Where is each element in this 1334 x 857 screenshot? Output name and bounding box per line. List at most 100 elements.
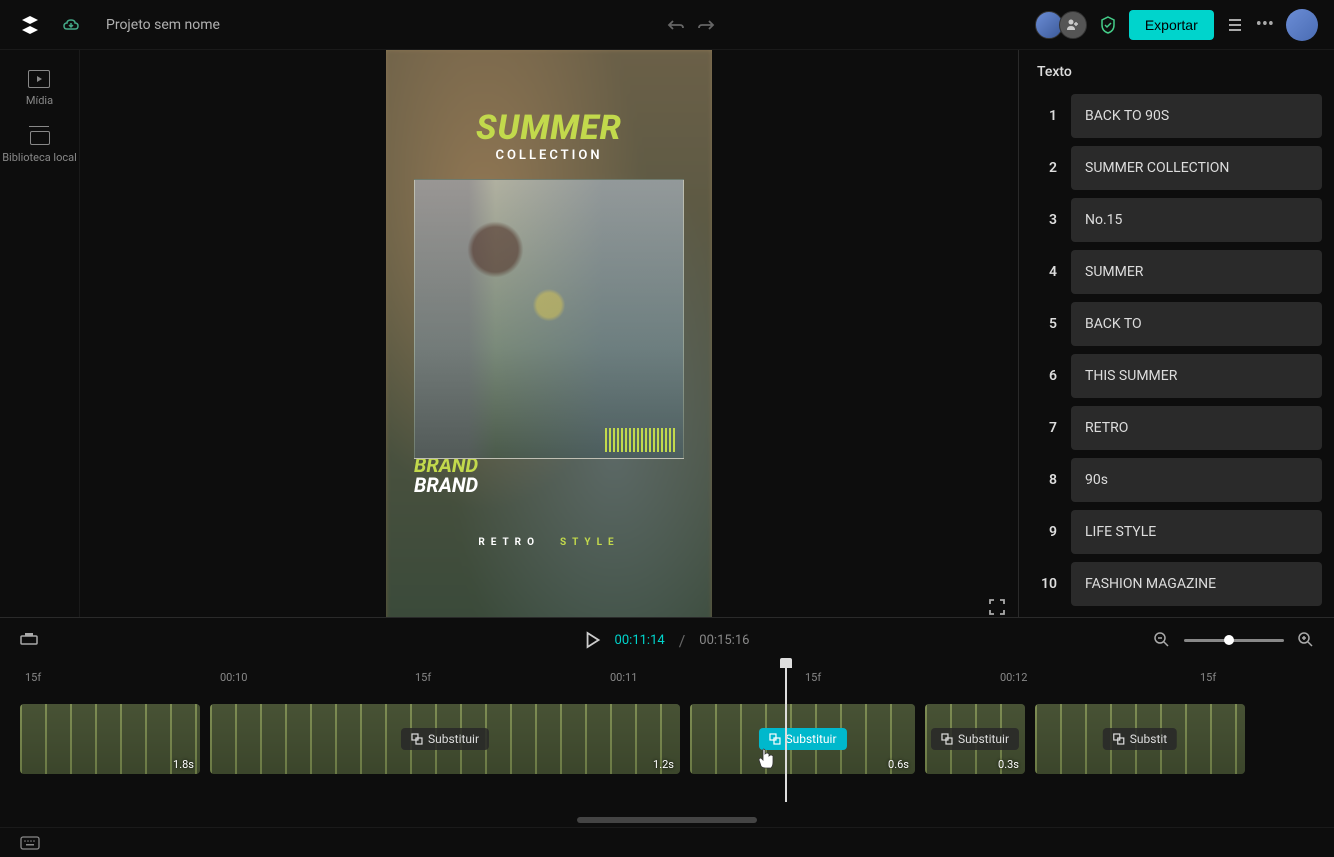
text-item-number: 4 (1037, 264, 1057, 280)
text-list-item: 5 BACK TO (1037, 302, 1322, 346)
clip-duration: 0.3s (998, 758, 1019, 771)
text-item-number: 2 (1037, 160, 1057, 176)
keyboard-icon[interactable] (20, 836, 40, 850)
timeline-scrollbar[interactable] (577, 817, 757, 823)
layers-icon[interactable] (1226, 17, 1244, 33)
preview-title: SUMMER (476, 108, 622, 148)
timeline: 00:11:14 / 00:15:16 15f00:1015f00:1115f0… (0, 617, 1334, 827)
clip-duration: 1.8s (173, 758, 194, 771)
replace-icon (941, 733, 953, 745)
project-name[interactable]: Projeto sem nome (106, 17, 220, 33)
preview-retro: RETRO (478, 537, 540, 548)
text-item-number: 6 (1037, 368, 1057, 384)
zoom-out-icon[interactable] (1154, 632, 1170, 648)
fullscreen-icon[interactable] (988, 598, 1006, 616)
timeline-clip[interactable]: Substituir 0.6s (690, 704, 915, 774)
ruler-mark: 15f (415, 671, 431, 684)
zoom-slider[interactable] (1184, 639, 1284, 642)
sidebar-item-label: Biblioteca local (2, 151, 77, 165)
replace-icon (1113, 733, 1125, 745)
ruler-mark: 15f (1200, 671, 1216, 684)
sidebar-item-library[interactable]: Biblioteca local (2, 131, 77, 165)
text-item-box[interactable]: BACK TO (1071, 302, 1322, 346)
preview-subtitle: COLLECTION (495, 148, 602, 163)
barcode-icon (605, 428, 675, 452)
text-list-item: 4 SUMMER (1037, 250, 1322, 294)
timeline-clip[interactable]: Substituir 1.2s (210, 704, 680, 774)
text-item-number: 10 (1037, 576, 1057, 592)
text-list-item: 9 LIFE STYLE (1037, 510, 1322, 554)
replace-button[interactable]: Substituir (401, 728, 489, 750)
video-preview[interactable]: SUMMER COLLECTION BRAND BRAND RETRO STYL… (386, 50, 712, 617)
timeline-mode-icon[interactable] (20, 633, 38, 647)
text-item-box[interactable]: RETRO (1071, 406, 1322, 450)
zoom-handle[interactable] (1224, 635, 1234, 645)
ruler-mark: 15f (25, 671, 41, 684)
text-list-item: 3No.15 (1037, 198, 1322, 242)
library-icon (30, 131, 50, 145)
text-item-number: 8 (1037, 472, 1057, 488)
export-button[interactable]: Exportar (1129, 10, 1214, 40)
text-item-box[interactable]: SUMMER (1071, 250, 1322, 294)
text-item-number: 7 (1037, 420, 1057, 436)
timeline-ruler[interactable]: 15f 00:10 15f 00:11 15f 00:12 15f (0, 662, 1334, 692)
sidebar-item-media[interactable]: Mídia (26, 70, 53, 107)
replace-button[interactable]: Substituir (931, 728, 1019, 750)
timeline-clip[interactable]: Substituir 0.3s (925, 704, 1025, 774)
replace-button[interactable]: Substituir (758, 728, 846, 750)
total-time: 00:15:16 (699, 633, 749, 648)
preview-style: STYLE (560, 537, 620, 548)
text-item-box[interactable]: FASHION MAGAZINE (1071, 562, 1322, 606)
text-item-box[interactable]: 90s (1071, 458, 1322, 502)
preview-panel: SUMMER COLLECTION BRAND BRAND RETRO STYL… (80, 50, 1018, 617)
current-time: 00:11:14 (615, 633, 665, 648)
text-item-box[interactable]: BACK TO 90S (1071, 94, 1322, 138)
redo-button[interactable] (696, 17, 716, 33)
add-collaborator-icon (1059, 11, 1087, 39)
user-avatar[interactable] (1286, 9, 1318, 41)
ruler-mark: 00:10 (220, 671, 247, 684)
left-sidebar: Mídia Biblioteca local (0, 50, 80, 617)
cloud-sync-icon[interactable] (62, 17, 82, 33)
timeline-clip[interactable]: 1.8s (20, 704, 200, 774)
text-list-item: 8 90s (1037, 458, 1322, 502)
app-logo-icon[interactable] (16, 10, 46, 40)
zoom-in-icon[interactable] (1298, 632, 1314, 648)
timeline-clip[interactable]: Substit (1035, 704, 1245, 774)
text-list-item: 1 BACK TO 90S (1037, 94, 1322, 138)
text-list-item: 7 RETRO (1037, 406, 1322, 450)
panel-title: Texto (1019, 50, 1334, 90)
text-item-number: 1 (1037, 108, 1057, 124)
replace-button[interactable]: Substit (1103, 728, 1177, 750)
playhead[interactable] (785, 662, 787, 802)
ruler-mark: 15f (805, 671, 821, 684)
text-list-item: 2 SUMMER COLLECTION (1037, 146, 1322, 190)
security-icon[interactable] (1099, 15, 1117, 35)
text-item-box[interactable]: SUMMER COLLECTION (1071, 146, 1322, 190)
text-item-box[interactable]: No.15 (1071, 198, 1322, 242)
clip-duration: 1.2s (653, 758, 674, 771)
text-item-number: 5 (1037, 316, 1057, 332)
clip-duration: 0.6s (888, 758, 909, 771)
replace-icon (768, 733, 780, 745)
text-list-item: 6 THIS SUMMER (1037, 354, 1322, 398)
header-right: Exportar ••• (1039, 9, 1318, 41)
text-item-box[interactable]: LIFE STYLE (1071, 510, 1322, 554)
sidebar-item-label: Mídia (26, 94, 53, 107)
text-panel: Texto 1 BACK TO 90S 2 SUMMER COLLECTION 3No.… (1018, 50, 1334, 617)
text-item-box[interactable]: THIS SUMMER (1071, 354, 1322, 398)
more-menu-icon[interactable]: ••• (1256, 14, 1274, 35)
status-bar (0, 827, 1334, 857)
text-item-number: 9 (1037, 524, 1057, 540)
ruler-mark: 00:11 (610, 671, 637, 684)
replace-icon (411, 733, 423, 745)
preview-brand-2: BRAND (414, 473, 478, 497)
header-left: Projeto sem nome (16, 10, 1039, 40)
preview-inset-image (414, 179, 684, 459)
ruler-mark: 00:12 (1000, 671, 1027, 684)
media-icon (28, 70, 50, 88)
app-header: Projeto sem nome Exportar ••• (0, 0, 1334, 50)
undo-button[interactable] (666, 17, 686, 33)
play-button[interactable] (585, 631, 601, 649)
collaborators[interactable] (1039, 11, 1087, 39)
